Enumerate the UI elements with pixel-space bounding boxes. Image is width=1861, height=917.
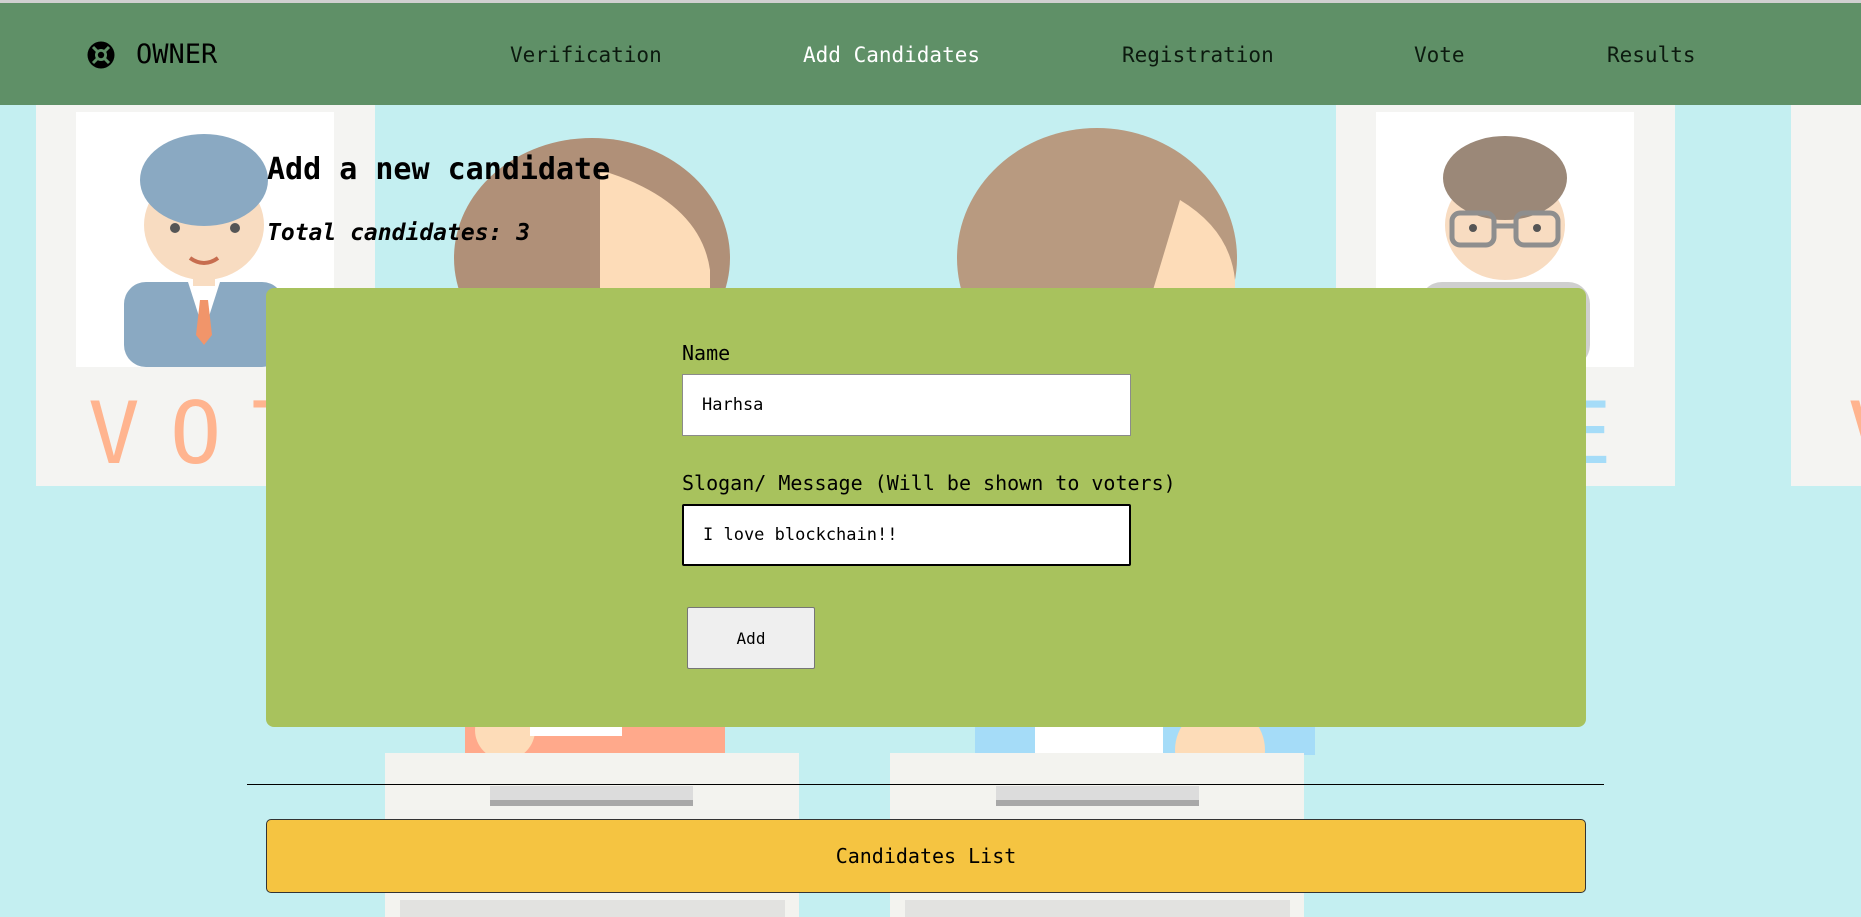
brand-name: OWNER bbox=[136, 39, 218, 70]
add-button[interactable]: Add bbox=[687, 607, 815, 669]
nav-verification[interactable]: Verification bbox=[510, 43, 662, 67]
slogan-input[interactable] bbox=[682, 504, 1131, 566]
navbar: OWNER Verification Add Candidates Regist… bbox=[0, 3, 1861, 105]
nav-vote[interactable]: Vote bbox=[1414, 43, 1465, 67]
nav-registration[interactable]: Registration bbox=[1122, 43, 1274, 67]
nav-results[interactable]: Results bbox=[1607, 43, 1696, 67]
total-candidates: Total candidates: 3 bbox=[267, 220, 531, 246]
brand[interactable]: OWNER bbox=[86, 39, 217, 70]
lifebuoy-icon bbox=[87, 41, 115, 68]
page-title: Add a new candidate bbox=[267, 152, 611, 187]
vote-poster-far-right: V bbox=[1791, 105, 1861, 486]
nav-add-candidates[interactable]: Add Candidates bbox=[803, 43, 980, 67]
slogan-label: Slogan/ Message (Will be shown to voters… bbox=[682, 471, 1176, 495]
name-input[interactable] bbox=[682, 374, 1131, 436]
name-label: Name bbox=[682, 341, 731, 365]
svg-text:V: V bbox=[1848, 384, 1861, 484]
add-candidate-form: Name Slogan/ Message (Will be shown to v… bbox=[266, 288, 1586, 727]
candidates-list-button[interactable]: Candidates List bbox=[266, 819, 1586, 893]
divider bbox=[247, 784, 1604, 785]
